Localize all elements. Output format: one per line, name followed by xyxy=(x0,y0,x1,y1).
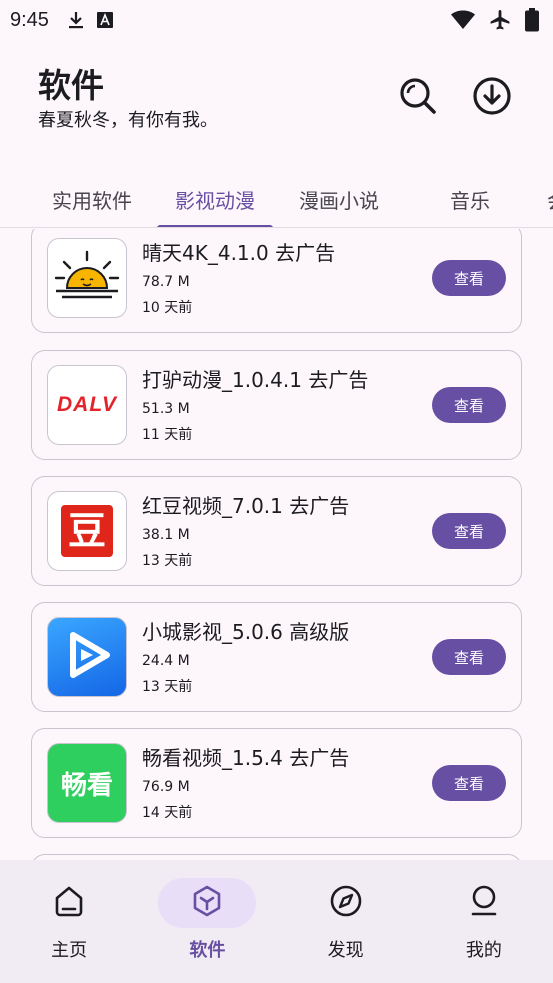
app-size: 38.1 M xyxy=(142,527,190,543)
logo-text: 畅看 xyxy=(60,770,113,801)
app-size: 78.7 M xyxy=(142,274,190,290)
tab-label: 会员 xyxy=(547,185,553,214)
battery-icon xyxy=(525,8,539,37)
tab-membership[interactable]: 会员 xyxy=(547,170,553,227)
app-updated-time: 13 天前 xyxy=(142,679,193,695)
nav-discover[interactable]: 发现 xyxy=(277,860,415,983)
app-name: 红豆视频_7.0.1 去广告 xyxy=(142,494,350,518)
view-button[interactable]: 查看 xyxy=(432,765,506,801)
wifi-icon xyxy=(451,10,475,35)
download-circle-icon xyxy=(472,76,512,120)
app-icon: 畅看 xyxy=(47,743,127,823)
app-icon: DALV xyxy=(47,365,127,445)
app-name: 小城影视_5.0.6 高级版 xyxy=(142,620,350,644)
app-name: 畅看视频_1.5.4 去广告 xyxy=(142,746,350,770)
nav-pill xyxy=(297,878,395,928)
home-icon xyxy=(52,884,86,922)
app-name: 晴天4K_4.1.0 去广告 xyxy=(142,241,336,265)
search-icon xyxy=(398,76,438,120)
tab-label: 实用软件 xyxy=(52,188,132,213)
compass-icon xyxy=(329,884,363,922)
download-button[interactable] xyxy=(472,76,512,120)
nav-profile[interactable]: 我的 xyxy=(415,860,553,983)
nav-home[interactable]: 主页 xyxy=(0,860,138,983)
app-list: 晴天4K_4.1.0 去广告 78.7 M 10 天前 查看 DALV 打驴动漫… xyxy=(0,229,553,860)
list-item[interactable]: 畅看 畅看视频_1.5.4 去广告 76.9 M 14 天前 查看 xyxy=(31,728,522,838)
dalv-logo-icon: DALV xyxy=(57,393,117,417)
airplane-icon xyxy=(489,9,511,36)
hongdou-icon: 豆 xyxy=(61,505,113,557)
nav-label: 我的 xyxy=(465,940,502,961)
list-item[interactable]: DALV 打驴动漫_1.0.4.1 去广告 51.3 M 11 天前 查看 xyxy=(31,350,522,460)
page-title: 软件 xyxy=(38,66,104,105)
nav-label: 软件 xyxy=(189,940,226,961)
search-button[interactable] xyxy=(398,78,438,118)
app-icon xyxy=(47,238,127,318)
list-item[interactable]: 晴天4K_4.1.0 去广告 78.7 M 10 天前 查看 xyxy=(31,229,522,333)
app-icon: 豆 xyxy=(47,491,127,571)
app-updated-time: 11 天前 xyxy=(142,427,193,443)
view-button[interactable]: 查看 xyxy=(432,513,506,549)
tab-music[interactable]: 音乐 xyxy=(433,170,507,227)
nav-software[interactable]: 软件 xyxy=(138,860,276,983)
view-button[interactable]: 查看 xyxy=(432,387,506,423)
app-name: 打驴动漫_1.0.4.1 去广告 xyxy=(142,368,369,392)
list-item[interactable]: 小城影视_5.0.6 高级版 24.4 M 13 天前 查看 xyxy=(31,602,522,712)
person-icon xyxy=(467,884,501,922)
download-status-icon xyxy=(67,10,85,30)
app-updated-time: 13 天前 xyxy=(142,553,193,569)
status-bar: 9:45 xyxy=(0,0,553,40)
status-time: 9:45 xyxy=(10,8,49,31)
view-button[interactable]: 查看 xyxy=(432,260,506,296)
app-size: 51.3 M xyxy=(142,401,190,417)
page-subtitle: 春夏秋冬，有你有我。 xyxy=(38,110,218,131)
app-updated-time: 14 天前 xyxy=(142,805,193,821)
tab-comics-novels[interactable]: 漫画小说 xyxy=(285,170,393,227)
page-header: 软件 春夏秋冬，有你有我。 xyxy=(38,66,218,132)
font-status-icon xyxy=(96,12,113,28)
tab-label: 音乐 xyxy=(450,188,490,213)
list-item[interactable]: 豆 红豆视频_7.0.1 去广告 38.1 M 13 天前 查看 xyxy=(31,476,522,586)
tab-label: 漫画小说 xyxy=(299,188,379,213)
tab-utility[interactable]: 实用软件 xyxy=(31,170,153,227)
category-tabs: 实用软件 影视动漫 漫画小说 音乐 会员 xyxy=(0,170,553,228)
nav-label: 主页 xyxy=(51,940,88,961)
bottom-nav: 主页 软件 发现 我的 xyxy=(0,860,553,983)
nav-pill xyxy=(158,878,257,928)
app-size: 76.9 M xyxy=(142,779,190,795)
app-icon xyxy=(47,617,127,697)
logo-text: DALV xyxy=(56,393,117,416)
app-size: 24.4 M xyxy=(142,653,190,669)
play-icon xyxy=(57,625,117,689)
changkan-icon: 畅看 xyxy=(61,765,113,802)
logo-text: 豆 xyxy=(67,509,106,553)
app-updated-time: 10 天前 xyxy=(142,300,193,316)
nav-pill xyxy=(435,878,533,928)
nav-label: 发现 xyxy=(327,940,364,961)
tab-video-anime[interactable]: 影视动漫 xyxy=(157,170,273,227)
cube-icon xyxy=(190,884,224,922)
nav-pill xyxy=(20,878,118,928)
sunrise-icon xyxy=(52,248,122,308)
view-button[interactable]: 查看 xyxy=(432,639,506,675)
tab-label: 影视动漫 xyxy=(175,188,255,213)
